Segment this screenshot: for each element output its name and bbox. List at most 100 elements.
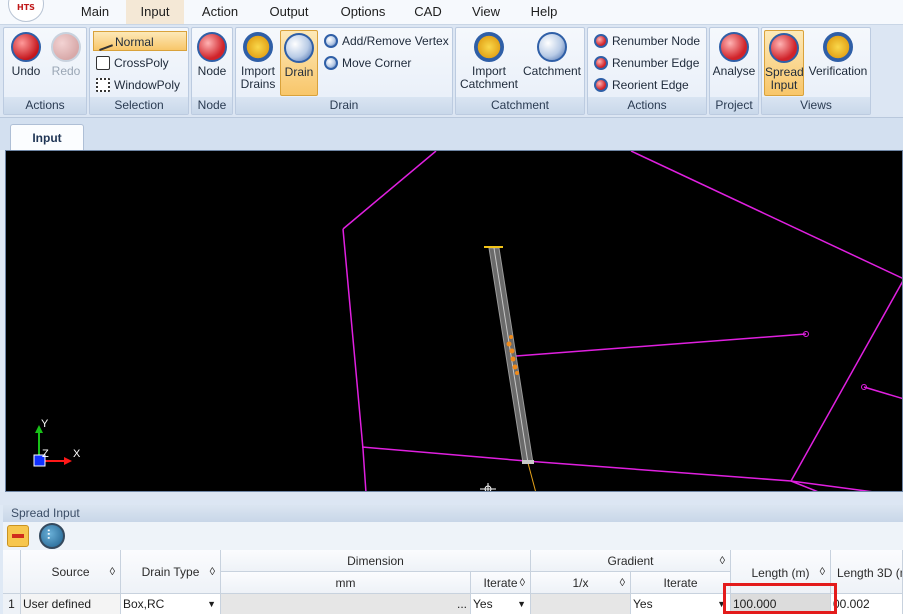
windowpoly-button[interactable]: WindowPoly [93, 75, 187, 95]
sort-icon[interactable]: ◊ [820, 566, 825, 578]
drain-marker [515, 371, 519, 375]
group-label-renumber-actions: Actions [588, 97, 706, 114]
move-corner-icon [324, 56, 338, 70]
spread-input-icon [769, 33, 799, 63]
line-icon [95, 33, 113, 51]
column-settings-button[interactable]: ⫶ [39, 523, 65, 549]
menu-bar: HTS Main Input Action Output Options CAD… [0, 0, 903, 24]
ucs-axes-icon: Y Z X [33, 418, 81, 467]
cell-source[interactable]: User defined [21, 594, 121, 614]
cell-length-3d[interactable]: 00.002 [831, 594, 903, 614]
analyse-icon [719, 32, 749, 62]
reorient-edge-button[interactable]: Reorient Edge [591, 75, 705, 95]
catchment-icon [537, 32, 567, 62]
row-header-corner [3, 550, 21, 594]
catchment-button[interactable]: Catchment [520, 30, 584, 96]
group-catchment: Import Catchment Catchment Catchment [455, 27, 585, 115]
dropdown-arrow-icon[interactable]: ▼ [207, 594, 216, 614]
spread-input-title: Spread Input [3, 505, 903, 522]
group-drain: Import Drains Drain Add/Remove Vertex Mo… [235, 27, 453, 115]
undo-button[interactable]: Undo [6, 30, 46, 96]
app-logo[interactable]: HTS [8, 0, 44, 22]
menu-tab-input[interactable]: Input [126, 0, 184, 24]
menu-tab-help[interactable]: Help [520, 0, 568, 24]
column-header-one-over-x[interactable]: 1/x ◊ [531, 572, 631, 594]
column-header-mm[interactable]: mm [221, 572, 471, 594]
sort-icon[interactable]: ◊ [210, 550, 215, 594]
delete-row-button[interactable] [7, 525, 29, 547]
menu-tab-cad[interactable]: CAD [404, 0, 452, 24]
group-node: Node Node [191, 27, 233, 115]
drawing-viewport[interactable]: Y Z X [5, 150, 903, 492]
analyse-button[interactable]: Analyse [712, 30, 756, 96]
sort-icon[interactable]: ◊ [110, 550, 115, 594]
menu-tab-options[interactable]: Options [330, 0, 396, 24]
catchment-boundary [342, 228, 367, 491]
import-catchment-button[interactable]: Import Catchment [458, 30, 520, 96]
spread-input-button[interactable]: Spread Input [764, 30, 804, 96]
node-button[interactable]: Node [194, 30, 230, 96]
group-label-selection: Selection [90, 97, 188, 114]
highlight-box [723, 583, 837, 614]
polygon-icon [96, 56, 110, 70]
add-remove-vertex-button[interactable]: Add/Remove Vertex [321, 31, 451, 51]
column-header-gradient-iterate[interactable]: Iterate [631, 572, 731, 594]
renumber-edge-button[interactable]: Renumber Edge [591, 53, 705, 73]
drain-marker [509, 335, 513, 339]
axis-x-label: X [73, 448, 81, 460]
import-drains-button[interactable]: Import Drains [238, 30, 278, 96]
group-label-views: Views [762, 97, 870, 114]
redo-icon [51, 32, 81, 62]
catchment-boundary [361, 446, 873, 491]
drain-button[interactable]: Drain [280, 30, 318, 96]
column-group-dimension: Dimension [221, 550, 531, 572]
column-group-gradient: Gradient ◊ [531, 550, 731, 572]
catchment-boundary [790, 281, 902, 482]
cad-canvas[interactable]: Y Z X [6, 151, 903, 492]
column-header-length-3d[interactable]: Length 3D (m) [831, 550, 903, 594]
verification-icon [823, 32, 853, 62]
cell-one-over-x[interactable] [531, 594, 631, 614]
vertex-icon [324, 34, 338, 48]
menu-tab-output[interactable]: Output [256, 0, 322, 24]
panel-splitter[interactable] [0, 492, 903, 505]
cell-dimension[interactable]: ... [221, 594, 471, 614]
import-drains-icon [243, 32, 273, 62]
group-label-project: Project [710, 97, 758, 114]
ellipsis-button[interactable]: ... [457, 594, 467, 614]
axis-z-label: Z [42, 448, 49, 460]
catchment-boundary [515, 333, 807, 357]
menu-tab-action[interactable]: Action [192, 0, 248, 24]
column-header-drain-type[interactable]: Drain Type ◊ [121, 550, 221, 594]
sort-icon[interactable]: ◊ [720, 550, 725, 572]
move-corner-button[interactable]: Move Corner [321, 53, 451, 73]
window-select-icon [96, 78, 110, 92]
drain-marker [512, 364, 518, 370]
group-label-actions: Actions [4, 97, 86, 114]
import-catchment-icon [474, 32, 504, 62]
dropdown-arrow-icon[interactable]: ▼ [517, 594, 526, 614]
cell-gradient-iterate[interactable]: Yes ▼ [631, 594, 731, 614]
crosspoly-button[interactable]: CrossPoly [93, 53, 187, 73]
column-settings-icon: ⫶ [47, 528, 51, 543]
node-icon [197, 32, 227, 62]
sort-icon[interactable]: ◊ [520, 572, 525, 594]
axis-y-label: Y [41, 418, 49, 430]
menu-tab-view[interactable]: View [460, 0, 512, 24]
cell-iterate[interactable]: Yes ▼ [471, 594, 531, 614]
cell-drain-type[interactable]: Box,RC ▼ [121, 594, 221, 614]
group-project: Analyse Project [709, 27, 759, 115]
column-header-iterate[interactable]: Iterate ◊ [471, 572, 531, 594]
catchment-boundary [630, 151, 902, 279]
group-actions: Undo Redo Actions [3, 27, 87, 115]
tab-input[interactable]: Input [10, 124, 84, 150]
renumber-node-button[interactable]: Renumber Node [591, 31, 705, 51]
normal-select-button[interactable]: Normal [93, 31, 187, 51]
verification-button[interactable]: Verification [806, 30, 870, 96]
menu-tab-main[interactable]: Main [70, 0, 120, 24]
sort-icon[interactable]: ◊ [620, 572, 625, 594]
column-header-source[interactable]: Source ◊ [21, 550, 121, 594]
group-renumber-actions: Renumber Node Renumber Edge Reorient Edg… [587, 27, 707, 115]
redo-button[interactable]: Redo [46, 30, 86, 96]
drain-end-node [522, 460, 534, 464]
